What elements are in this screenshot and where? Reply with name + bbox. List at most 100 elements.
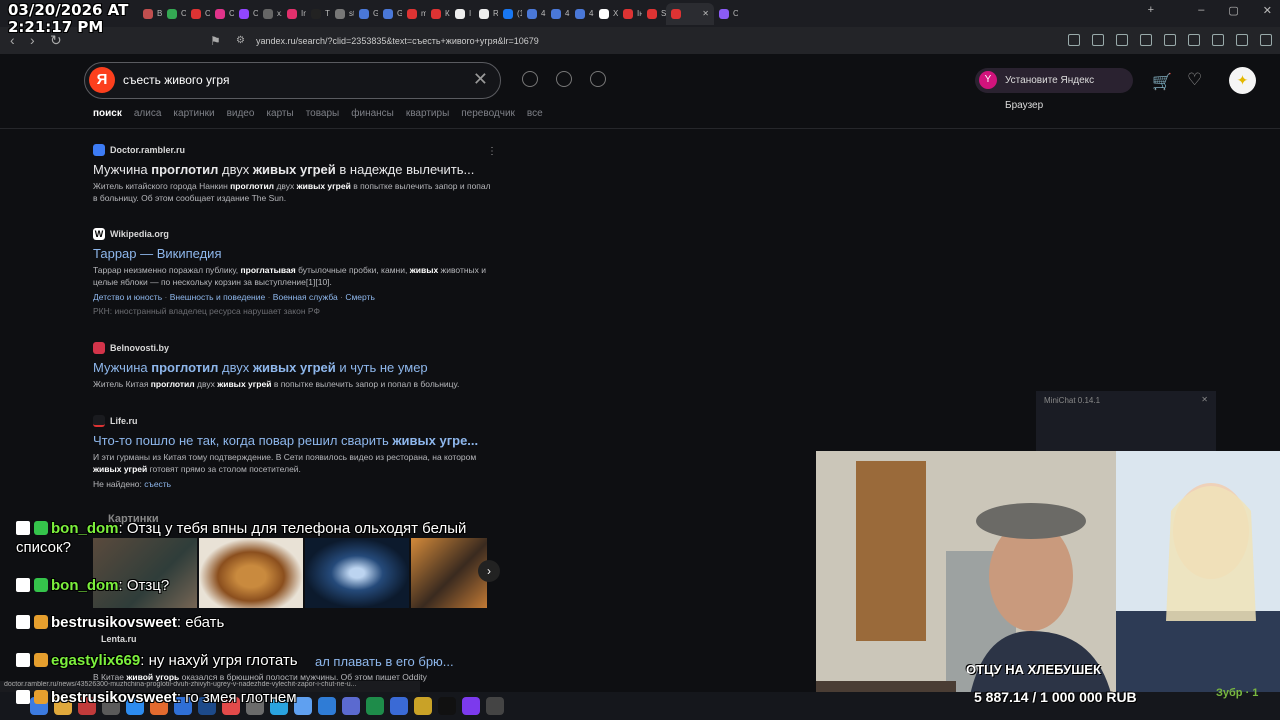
minimize-icon[interactable]: –: [1198, 4, 1204, 17]
sitelink[interactable]: Смерть: [345, 292, 375, 302]
chat-username: egastylix669: [51, 652, 141, 669]
result-title[interactable]: Что-то пошло не так, когда повар решил с…: [93, 433, 493, 448]
sitelink[interactable]: Военная служба: [273, 292, 338, 302]
clear-icon[interactable]: ✕: [473, 69, 488, 90]
tab-1[interactable]: алиса: [134, 108, 162, 119]
source-name: Life.ru: [110, 416, 138, 426]
result-title[interactable]: Таррар — Википедия: [93, 246, 493, 261]
result-snippet: Житель китайского города Нанкин проглоти…: [93, 181, 491, 203]
not-found-word[interactable]: съесть: [144, 479, 171, 489]
taskbar-app-icon[interactable]: [486, 697, 504, 715]
taskbar-app-icon[interactable]: [342, 697, 360, 715]
result-source[interactable]: Lenta.ru: [93, 634, 493, 644]
browser-tab[interactable]: Ха: [594, 3, 618, 25]
close-window-icon[interactable]: ✕: [1263, 4, 1272, 17]
browser-tab[interactable]: Ка: [426, 3, 450, 25]
tab-7[interactable]: квартиры: [406, 108, 449, 119]
result-source[interactable]: W Wikipedia.org: [93, 228, 493, 240]
taskbar-app-icon[interactable]: [318, 697, 336, 715]
browser-tab[interactable]: Вх: [138, 3, 162, 25]
taskbar-app-icon[interactable]: [366, 697, 384, 715]
browser-tab[interactable]: 4PI: [546, 3, 570, 25]
result-source[interactable]: Doctor.rambler.ru: [93, 144, 493, 156]
extension-icon[interactable]: [1068, 34, 1080, 46]
avatar[interactable]: ✦: [1229, 67, 1256, 94]
browser-tab[interactable]: (1): [498, 3, 522, 25]
browser-tab[interactable]: Ін: [618, 3, 642, 25]
install-browser-button[interactable]: Y Установите Яндекс Браузер: [975, 68, 1133, 111]
browser-tab[interactable]: Su: [642, 3, 666, 25]
extension-icon[interactable]: [1164, 34, 1176, 46]
favorites-icon[interactable]: ♡: [1187, 70, 1202, 90]
result-source[interactable]: Life.ru: [93, 415, 493, 427]
minichat-window[interactable]: MiniChat 0.14.1 ✕: [1036, 391, 1216, 451]
result-source[interactable]: Belnovosti.by: [93, 342, 493, 354]
taskbar-app-icon[interactable]: [438, 697, 456, 715]
browser-tab[interactable]: stu: [330, 3, 354, 25]
browser-tab[interactable]: Go: [378, 3, 402, 25]
tab-5[interactable]: товары: [306, 108, 340, 119]
yandex-logo-icon[interactable]: Я: [89, 67, 115, 93]
browser-tab[interactable]: І Н: [450, 3, 474, 25]
url-field[interactable]: ⚙ yandex.ru/search/?clid=2353835&text=съ…: [232, 32, 952, 50]
browser-tab[interactable]: 4PI: [570, 3, 594, 25]
extension-icon[interactable]: [1140, 34, 1152, 46]
sidebar-icon[interactable]: [1188, 34, 1200, 46]
shield-icon[interactable]: [1236, 34, 1248, 46]
taskbar-app-icon[interactable]: [462, 697, 480, 715]
tab-8[interactable]: переводчик: [461, 108, 515, 119]
microphone-icon[interactable]: [522, 71, 538, 87]
browser-tab[interactable]: x.c: [258, 3, 282, 25]
cart-icon[interactable]: 🛒: [1152, 72, 1172, 92]
search-box[interactable]: Я съесть живого угря ✕: [84, 62, 501, 99]
result-title[interactable]: Мужчина проглотил двух живых угрей и чут…: [93, 360, 493, 375]
close-tab-icon[interactable]: ✕: [702, 9, 709, 18]
extension-icon[interactable]: [1092, 34, 1104, 46]
more-options-icon[interactable]: ⋮: [487, 146, 497, 157]
site-settings-icon[interactable]: ⚙: [236, 32, 245, 50]
browser-tab[interactable]: Tik: [306, 3, 330, 25]
sitelink[interactable]: Детство и юность: [93, 292, 162, 302]
browser-tab[interactable]: ОТ: [162, 3, 186, 25]
brand-watermark: Зубр · 1: [1216, 687, 1259, 699]
bookmark-icon[interactable]: ⚑: [210, 34, 221, 48]
browser-tab[interactable]: Go: [354, 3, 378, 25]
browser-tab[interactable]: mo: [402, 3, 426, 25]
sitelink[interactable]: Внешность и поведение: [170, 292, 266, 302]
tab-9[interactable]: все: [527, 108, 543, 119]
tab-6[interactable]: финансы: [351, 108, 394, 119]
extension-icons: [1068, 34, 1272, 46]
source-name: Lenta.ru: [101, 634, 137, 644]
new-tab-icon[interactable]: +: [1148, 4, 1154, 16]
browser-tab[interactable]: Ins: [282, 3, 306, 25]
maximize-icon[interactable]: ▢: [1228, 4, 1238, 17]
tab-favicon-icon: [263, 8, 273, 19]
browser-tab[interactable]: ОТ: [234, 3, 258, 25]
wallet-icon[interactable]: [1212, 34, 1224, 46]
taskbar-app-icon[interactable]: [390, 697, 408, 715]
tab-3[interactable]: видео: [227, 108, 255, 119]
result-title[interactable]: Мужчина проглотил двух живых угрей в над…: [93, 162, 493, 177]
tab-favicon-icon: [719, 8, 729, 19]
clock-date: 03/20/2026 AT: [8, 1, 129, 19]
browser-tab[interactable]: Ст: [210, 3, 234, 25]
browser-tab[interactable]: ОТ: [186, 3, 210, 25]
extension-icon[interactable]: [1116, 34, 1128, 46]
close-icon[interactable]: ✕: [1201, 395, 1208, 404]
menu-icon[interactable]: [1260, 34, 1272, 46]
tab-4[interactable]: карты: [266, 108, 293, 119]
wikipedia-icon: W: [93, 228, 105, 240]
filters-icon[interactable]: [590, 71, 606, 87]
browser-tab[interactable]: Re: [474, 3, 498, 25]
tab-2[interactable]: картинки: [173, 108, 214, 119]
browser-tab[interactable]: 4PI: [522, 3, 546, 25]
search-input[interactable]: съесть живого угря: [123, 73, 229, 87]
camera-search-icon[interactable]: [556, 71, 572, 87]
taskbar-app-icon[interactable]: [414, 697, 432, 715]
browser-tab[interactable]: ✕: [666, 2, 714, 25]
tab-0[interactable]: поиск: [93, 108, 122, 119]
chat-message: bon_dom: Отзц?: [0, 576, 169, 595]
result-snippet: Житель Китая проглотил двух живых угрей …: [93, 379, 460, 389]
browser-tab[interactable]: Oc: [714, 3, 738, 25]
next-images-icon[interactable]: ›: [478, 560, 500, 582]
